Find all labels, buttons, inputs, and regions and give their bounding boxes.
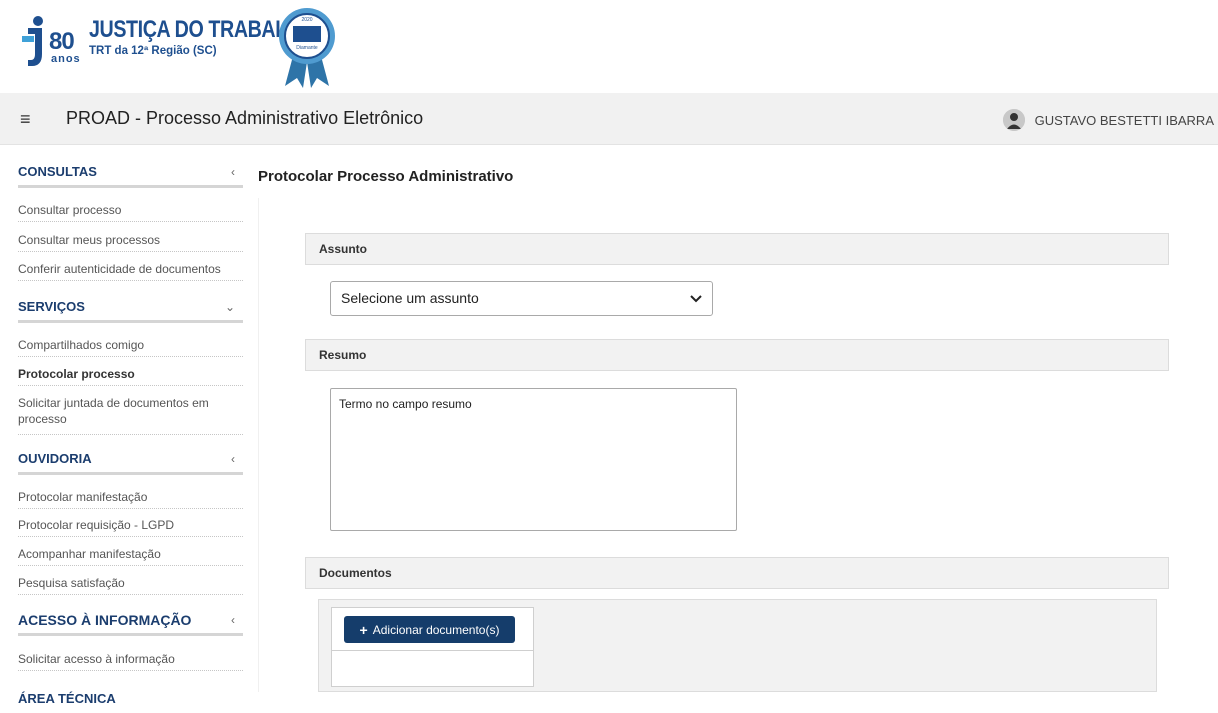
sidebar-item-acompanhar-manifestacao[interactable]: Acompanhar manifestação [18, 546, 243, 566]
section-title: CONSULTAS [18, 164, 97, 179]
sidebar-item-solicitar-juntada[interactable]: Solicitar juntada de documentos em proce… [18, 395, 243, 435]
documentos-section-header: Documentos [305, 557, 1169, 589]
sidebar-item-compartilhados[interactable]: Compartilhados comigo [18, 337, 243, 357]
sidebar-section-servicos[interactable]: SERVIÇOS ⌄ [18, 293, 243, 323]
sidebar-item-pesquisa-satisfacao[interactable]: Pesquisa satisfação [18, 575, 243, 595]
assunto-select[interactable]: Selecione um assunto [330, 281, 713, 316]
section-title: ACESSO À INFORMAÇÃO [18, 611, 192, 628]
logo-anos: anos [51, 53, 81, 65]
resumo-section-header: Resumo [305, 339, 1169, 371]
assunto-select-value: Selecione um assunto [341, 290, 479, 306]
sidebar-section-acesso-informacao[interactable]: ACESSO À INFORMAÇÃO ‹ [18, 606, 243, 636]
divider [332, 650, 533, 651]
hamburger-icon[interactable]: ≡ [20, 107, 31, 131]
user-name: GUSTAVO BESTETTI IBARRA [1034, 112, 1214, 128]
chevron-down-icon: ⌄ [224, 299, 235, 314]
add-document-button[interactable]: + Adicionar documento(s) [344, 616, 515, 643]
sidebar-item-protocolar-processo[interactable]: Protocolar processo [18, 366, 243, 386]
sidebar-section-area-tecnica[interactable]: ÁREA TÉCNICA [18, 683, 243, 713]
seal-badge: Diamante [296, 45, 318, 51]
sidebar-item-consultar-meus-processos[interactable]: Consultar meus processos [18, 232, 243, 252]
sidebar-section-ouvidoria[interactable]: OUVIDORIA ‹ [18, 445, 243, 475]
app-title: PROAD - Processo Administrativo Eletrôni… [66, 108, 424, 128]
user-avatar-icon [1002, 109, 1025, 131]
add-document-label: Adicionar documento(s) [372, 622, 500, 637]
brand-header: 80 anos JUSTIÇA DO TRABALHO TRT da 12ª R… [0, 0, 1218, 92]
sidebar-item-conferir-autenticidade[interactable]: Conferir autenticidade de documentos [18, 261, 243, 281]
chevron-left-icon: ‹ [231, 451, 235, 466]
brand-subtitle: TRT da 12ª Região (SC) [89, 45, 217, 57]
sidebar-item-protocolar-manifestacao[interactable]: Protocolar manifestação [18, 489, 243, 509]
chevron-left-icon: ‹ [231, 612, 235, 627]
section-title: ÁREA TÉCNICA [18, 690, 116, 706]
resumo-textarea[interactable]: Termo no campo resumo [330, 388, 737, 531]
assunto-section-header: Assunto [305, 233, 1169, 265]
logo-number: 80 [49, 28, 75, 55]
page-title: Protocolar Processo Administrativo [258, 168, 514, 185]
sidebar-section-consultas[interactable]: CONSULTAS ‹ [18, 158, 243, 188]
user-menu[interactable]: GUSTAVO BESTETTI IBARRA [1002, 108, 1214, 132]
section-title: OUVIDORIA [18, 451, 92, 466]
top-bar: ≡ PROAD - Processo Administrativo Eletrô… [0, 93, 1218, 145]
chevron-left-icon: ‹ [231, 164, 235, 179]
sidebar: CONSULTAS ‹ Consultar processo Consultar… [0, 145, 245, 706]
section-title: SERVIÇOS [18, 299, 85, 314]
sidebar-item-protocolar-lgpd[interactable]: Protocolar requisição - LGPD [18, 517, 243, 537]
sidebar-item-solicitar-acesso[interactable]: Solicitar acesso à informação [18, 651, 243, 671]
quality-seal-icon: 2020 Diamante [279, 8, 335, 88]
sidebar-item-consultar-processo[interactable]: Consultar processo [18, 202, 243, 222]
chevron-down-icon [690, 295, 702, 303]
seal-year: 2020 [301, 17, 312, 23]
plus-icon: + [359, 621, 368, 638]
